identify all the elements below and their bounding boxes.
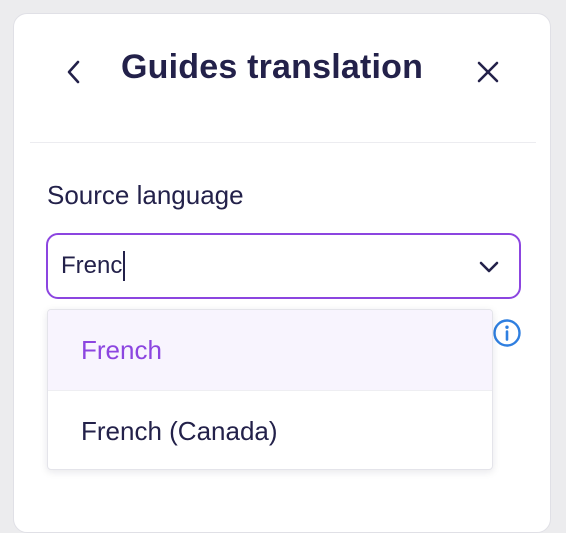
source-language-label: Source language [47,180,244,210]
page-title: Guides translation [121,48,424,86]
close-button[interactable] [470,54,506,90]
panel-header: Guides translation [14,14,550,142]
translation-panel: Guides translation Source language Frenc… [13,13,551,533]
info-icon[interactable] [492,318,522,348]
back-button[interactable] [56,54,92,90]
close-icon [477,61,499,83]
language-dropdown-list: French French (Canada) [47,309,493,470]
input-value: Frenc [61,252,123,279]
dropdown-toggle[interactable] [474,252,504,282]
header-divider [30,142,536,143]
source-language-select[interactable]: Frenc [46,233,521,299]
source-language-input[interactable]: Frenc [61,235,125,297]
text-cursor [123,251,125,281]
chevron-down-icon [479,261,499,273]
dropdown-option-french-canada[interactable]: French (Canada) [48,390,492,469]
dropdown-option-french[interactable]: French [48,310,492,390]
chevron-left-icon [67,60,80,84]
